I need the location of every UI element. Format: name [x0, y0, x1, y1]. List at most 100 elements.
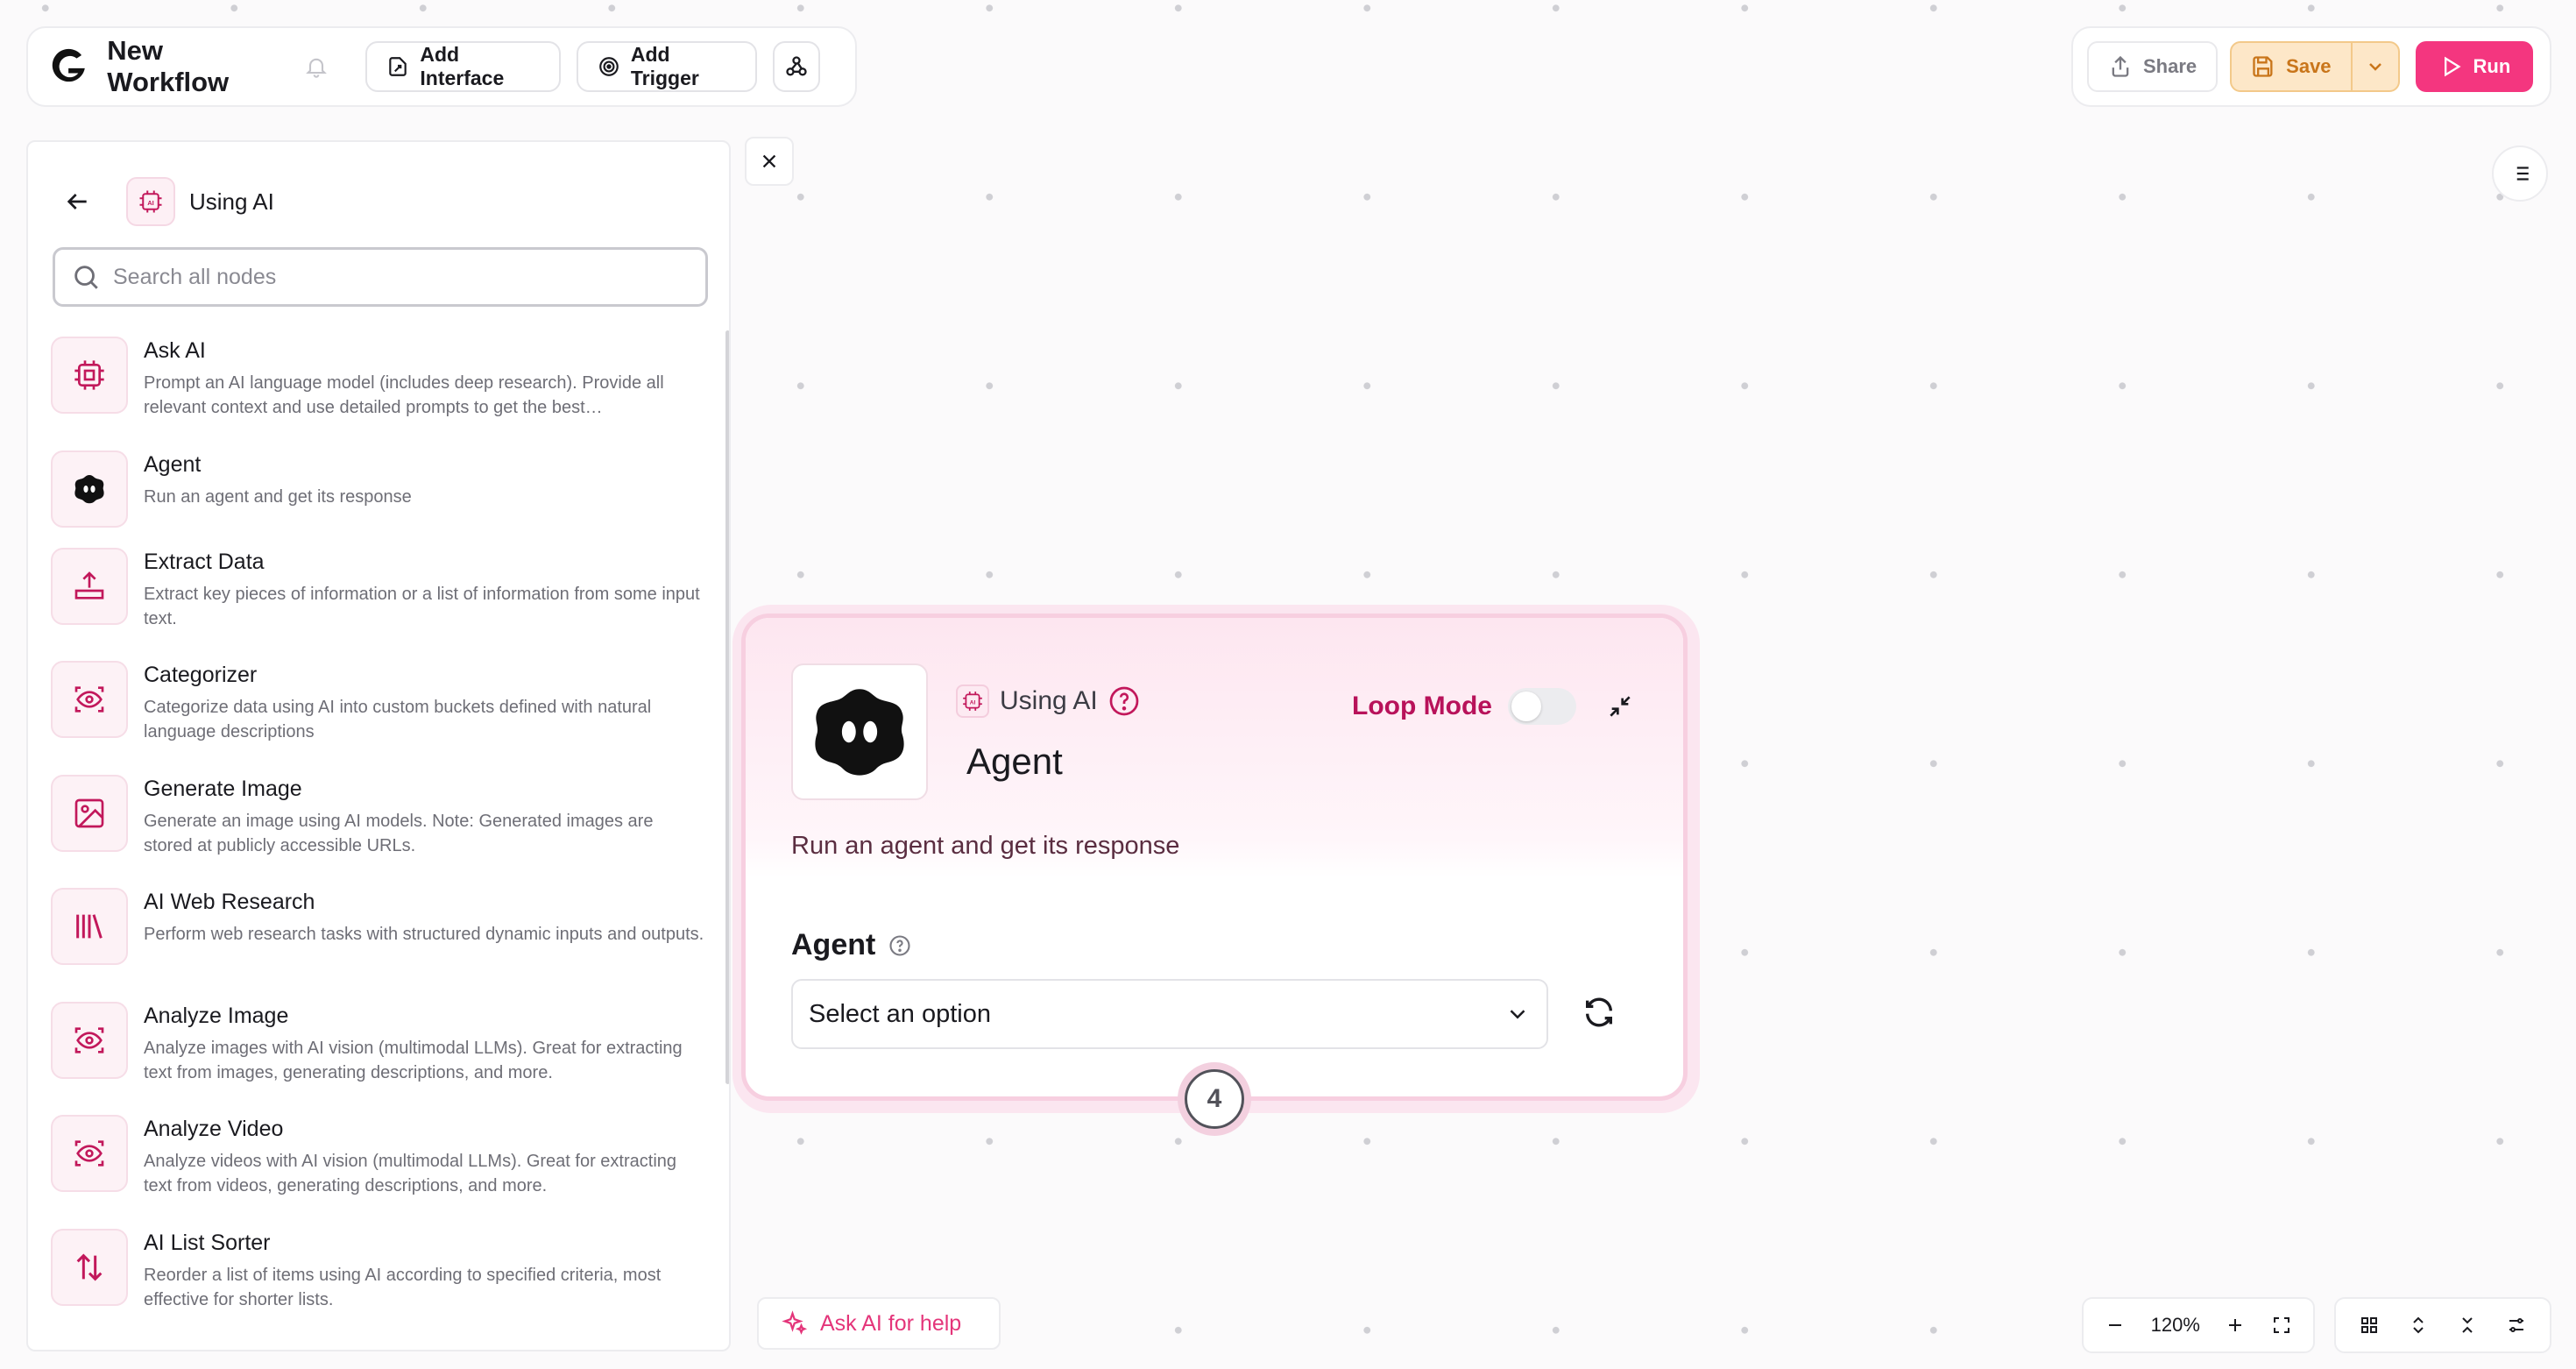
- loop-mode-toggle[interactable]: [1507, 688, 1576, 725]
- panel-title: Using AI: [189, 188, 274, 215]
- agent-blob-icon: [51, 450, 128, 528]
- step-number-badge[interactable]: 4: [1178, 1062, 1251, 1136]
- agent-blob-icon: [815, 689, 904, 776]
- node-description: Analyze videos with AI vision (multimoda…: [144, 1152, 677, 1195]
- extract-icon: [51, 547, 128, 625]
- node-title: Extract Data: [144, 549, 265, 574]
- chevron-down-icon: [1510, 1010, 1525, 1019]
- add-interface-button[interactable]: Add Interface: [365, 41, 561, 92]
- help-circle-icon[interactable]: [1108, 685, 1140, 717]
- trigger-icon: [599, 57, 619, 76]
- node-title: Agent: [144, 451, 202, 477]
- node-title: Ask AI: [144, 338, 206, 363]
- settings-sliders-icon[interactable]: [2506, 1315, 2527, 1336]
- collapse-icon[interactable]: [1606, 692, 1634, 720]
- node-list: Ask AI Prompt an AI language model (incl…: [51, 337, 717, 1342]
- image-icon: [51, 774, 128, 852]
- fit-view-icon[interactable]: [2271, 1315, 2292, 1336]
- app-logo-icon[interactable]: [46, 42, 91, 91]
- save-button-group: Save: [2230, 41, 2400, 92]
- node-item-analyze-video[interactable]: Analyze Video Analyze videos with AI vis…: [51, 1115, 717, 1229]
- node-title: Analyze Video: [144, 1117, 284, 1141]
- ai-chip-icon: AI: [956, 684, 989, 718]
- chevron-down-icon: [2368, 63, 2381, 71]
- scrollbar[interactable]: [725, 330, 729, 1084]
- node-description: Reorder a list of items using AI accordi…: [144, 1265, 662, 1309]
- workflow-title[interactable]: New Workflow: [107, 35, 280, 98]
- webhook-button[interactable]: [772, 41, 820, 92]
- node-title: Generate Image: [144, 776, 302, 801]
- outline-toggle-button[interactable]: [2492, 145, 2548, 202]
- eye-scan-icon: [51, 661, 128, 738]
- share-button[interactable]: Share: [2087, 41, 2219, 92]
- zoom-out-icon[interactable]: [2105, 1315, 2126, 1336]
- interface-icon: [389, 57, 407, 76]
- loop-mode-control: Loop Mode: [1352, 688, 1634, 725]
- node-item-agent[interactable]: Agent Run an agent and get its response: [51, 450, 717, 548]
- node-item-ask-ai[interactable]: Ask AI Prompt an AI language model (incl…: [51, 337, 717, 450]
- node-description: Run an agent and get its response: [791, 832, 1180, 860]
- expand-vertical-icon[interactable]: [2408, 1315, 2429, 1336]
- search-icon: [74, 266, 98, 289]
- close-icon: [762, 154, 776, 168]
- node-item-analyze-image[interactable]: Analyze Image Analyze images with AI vis…: [51, 1001, 717, 1116]
- node-item-ai-web-research[interactable]: AI Web Research Perform web research tas…: [51, 888, 717, 1002]
- node-title: Categorizer: [144, 663, 258, 687]
- add-trigger-label: Add Trigger: [630, 43, 699, 89]
- svg-text:AI: AI: [970, 699, 976, 706]
- agent-avatar: [791, 663, 928, 800]
- node-description: Perform web research tasks with structur…: [144, 925, 704, 944]
- cpu-icon: [51, 337, 128, 414]
- close-panel-button[interactable]: [745, 137, 794, 186]
- svg-text:AI: AI: [147, 199, 154, 207]
- run-label: Run: [2473, 55, 2511, 77]
- agent-select-value: Select an option: [809, 999, 991, 1028]
- node-title: AI Web Research: [144, 890, 315, 914]
- agent-select[interactable]: Select an option: [791, 979, 1548, 1049]
- save-options-button[interactable]: [2350, 43, 2398, 90]
- eye-scan-icon: [51, 1001, 128, 1079]
- add-trigger-button[interactable]: Add Trigger: [576, 41, 757, 92]
- node-item-ai-list-sorter[interactable]: AI List Sorter Reorder a list of items u…: [51, 1228, 717, 1343]
- sort-arrows-icon: [51, 1228, 128, 1306]
- help-circle-icon[interactable]: [888, 933, 912, 958]
- panel-header: AI Using AI: [63, 177, 274, 226]
- library-icon: [51, 888, 128, 965]
- node-item-extract-data[interactable]: Extract Data Extract key pieces of infor…: [51, 547, 717, 662]
- grid-layout-icon[interactable]: [2359, 1315, 2380, 1336]
- add-interface-label: Add Interface: [420, 43, 505, 89]
- refresh-icon[interactable]: [1582, 995, 1617, 1030]
- share-label: Share: [2143, 55, 2197, 77]
- zoom-controls: 120%: [2082, 1297, 2315, 1353]
- node-description: Generate an image using AI models. Note:…: [144, 811, 654, 855]
- back-arrow-icon[interactable]: [63, 188, 91, 216]
- collapse-vertical-icon[interactable]: [2457, 1315, 2478, 1336]
- step-number: 4: [1185, 1069, 1244, 1129]
- share-icon: [2112, 55, 2129, 77]
- node-description: Analyze images with AI vision (multimoda…: [144, 1038, 683, 1082]
- zoom-in-icon[interactable]: [2225, 1315, 2246, 1336]
- node-item-categorizer[interactable]: Categorizer Categorize data using AI int…: [51, 661, 717, 775]
- node-title: AI List Sorter: [144, 1230, 271, 1255]
- ask-ai-button[interactable]: Ask AI for help: [757, 1297, 1001, 1350]
- search-input[interactable]: [113, 264, 674, 290]
- node-item-generate-image[interactable]: Generate Image Generate an image using A…: [51, 774, 717, 889]
- node-title: Agent: [966, 741, 1063, 782]
- save-button[interactable]: Save: [2232, 43, 2350, 90]
- view-controls: [2334, 1297, 2551, 1353]
- ai-chip-icon: AI: [126, 177, 175, 226]
- bell-icon[interactable]: [304, 53, 329, 80]
- loop-mode-label: Loop Mode: [1352, 692, 1492, 720]
- webhook-icon: [786, 56, 807, 76]
- agent-field-label: Agent: [791, 928, 912, 962]
- node-category-label: Using AI: [1000, 686, 1098, 715]
- list-icon: [2512, 167, 2529, 181]
- agent-node-card[interactable]: AI Using AI Agent Loop Mode Run an agent…: [741, 614, 1688, 1101]
- node-library-panel: AI Using AI Ask AI Prompt an AI language…: [26, 140, 731, 1351]
- workflow-toolbar: New Workflow Add Interface Add Trigger: [26, 26, 857, 107]
- node-description: Run an agent and get its response: [144, 486, 412, 507]
- search-box: [53, 247, 708, 307]
- node-category: AI Using AI: [956, 684, 1140, 718]
- run-button[interactable]: Run: [2415, 41, 2534, 92]
- node-description: Extract key pieces of information or a l…: [144, 584, 700, 628]
